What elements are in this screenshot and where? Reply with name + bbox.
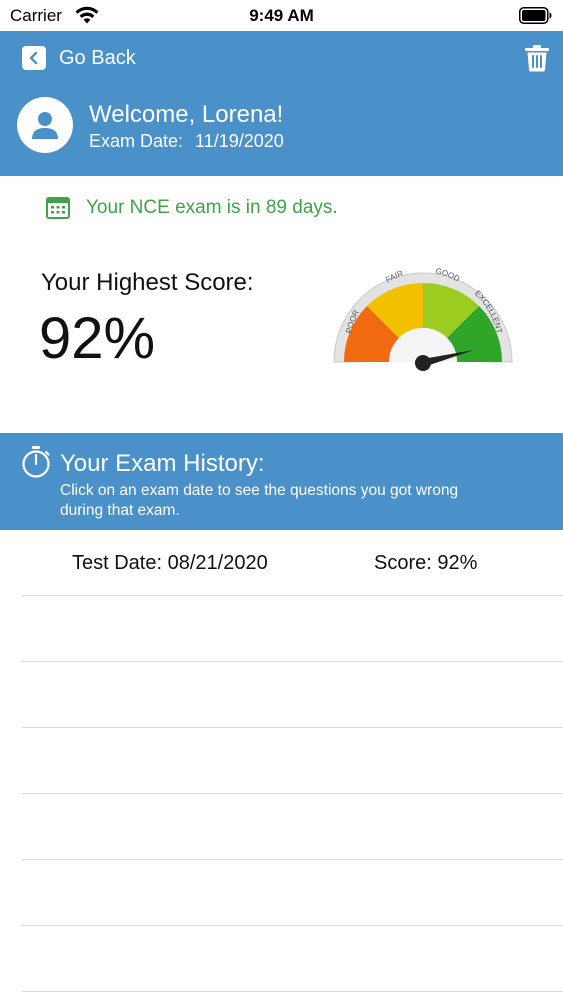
exam-history-title: Your Exam History: [60,450,265,477]
chevron-left-icon [22,46,46,70]
clock-time: 9:49 AM [249,6,314,25]
stopwatch-icon [22,446,50,478]
status-bar: Carrier 9:49 AM [0,0,563,31]
welcome-heading: Welcome, Lorena! [89,101,284,128]
go-back-button[interactable]: Go Back [22,45,136,71]
exam-history-list: Test Date: 08/21/2020 Score: 92% [0,530,563,992]
avatar [17,97,73,153]
exam-history-header: Your Exam History: Click on an exam date… [0,433,563,530]
exam-history-row[interactable] [22,662,563,728]
exam-history-row[interactable] [22,596,563,662]
exam-history-row[interactable]: Test Date: 08/21/2020 Score: 92% [22,530,563,596]
test-score: Score: 92% [374,552,478,574]
trash-icon[interactable] [524,44,550,72]
user-icon [32,112,58,139]
exam-history-row[interactable] [22,794,563,860]
exam-date-value: 11/19/2020 [195,131,284,151]
highest-score-label: Your Highest Score: [41,269,254,296]
exam-date: Exam Date: 11/19/2020 [89,131,284,152]
highest-score-value: 92% [39,306,156,371]
go-back-label: Go Back [59,46,136,69]
exam-countdown: Your NCE exam is in 89 days. [46,197,338,219]
test-date: Test Date: 08/21/2020 [72,552,268,574]
exam-history-subtitle: Click on an exam date to see the questio… [60,482,459,519]
countdown-text: Your NCE exam is in 89 days. [86,197,338,218]
profile-header: Go Back Welcome, Lorena! Exam Date: 11/19… [0,31,563,176]
exam-history-row[interactable] [22,860,563,926]
exam-history-row[interactable] [22,926,563,992]
exam-date-label: Exam Date: [89,131,184,151]
battery-icon [519,7,552,24]
score-gauge: POOR FAIR GOOD EXCELLENT [333,268,513,371]
exam-history-row[interactable] [22,728,563,794]
calendar-icon [46,197,70,219]
